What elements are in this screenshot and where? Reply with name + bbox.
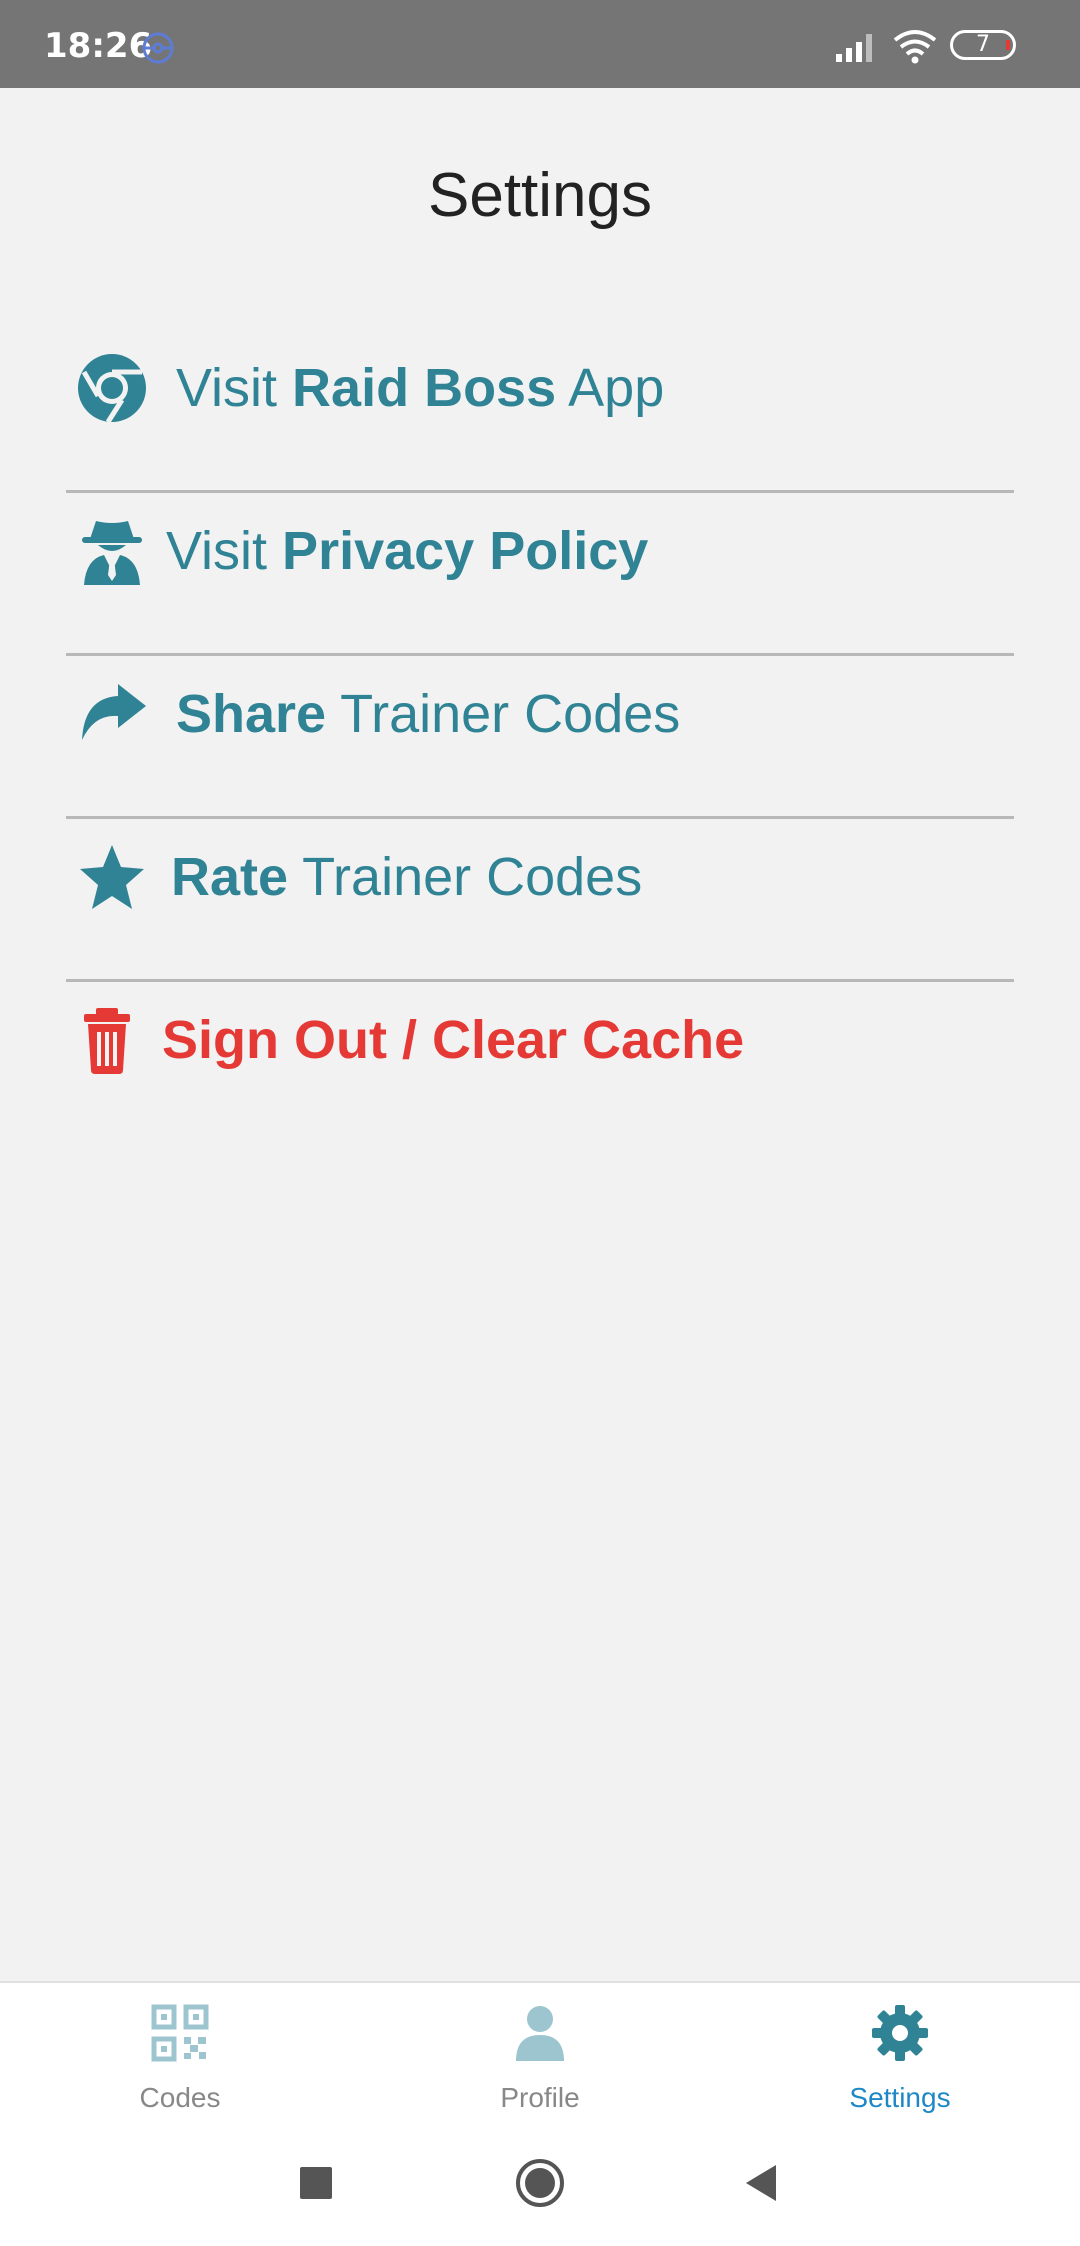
rate-trainer-codes-label: Rate Trainer Codes	[171, 847, 643, 907]
rate-trainer-codes-item[interactable]: Rate Trainer Codes	[66, 819, 1014, 982]
share-icon	[82, 684, 146, 740]
visit-raid-boss-app-item[interactable]: Visit Raid Boss App	[66, 330, 1014, 493]
tab-settings[interactable]: Settings	[720, 1983, 1080, 2119]
tab-codes-label: Codes	[139, 2082, 221, 2113]
visit-privacy-policy-item[interactable]: Visit Privacy Policy	[66, 493, 1014, 656]
share-trainer-codes-label: Share Trainer Codes	[176, 684, 681, 744]
system-nav-bar	[0, 2117, 1080, 2246]
cellular-signal-icon	[836, 34, 872, 62]
recents-square-icon[interactable]	[290, 2157, 342, 2209]
tab-profile-label: Profile	[500, 2082, 580, 2113]
visit-raid-boss-app-label: Visit Raid Boss App	[176, 358, 665, 418]
visit-privacy-policy-label: Visit Privacy Policy	[166, 521, 649, 581]
spy-icon	[82, 521, 142, 585]
share-trainer-codes-item[interactable]: Share Trainer Codes	[66, 656, 1014, 819]
user-icon	[516, 2006, 564, 2061]
star-icon	[80, 845, 144, 909]
page-title: Settings	[427, 161, 653, 230]
bottom-tab-bar: Codes Profile Settings	[0, 1981, 1080, 2119]
battery-icon: 7	[950, 30, 1016, 60]
back-triangle-icon[interactable]	[736, 2157, 788, 2209]
trash-icon	[84, 1008, 130, 1074]
settings-list: Visit Raid Boss App Visit Privacy Policy…	[66, 330, 1014, 1145]
sign-out-clear-cache-label: Sign Out / Clear Cache	[162, 1010, 745, 1070]
status-time: 18:26	[44, 26, 153, 66]
wifi-icon	[893, 30, 937, 64]
tab-settings-label: Settings	[849, 2082, 951, 2113]
chrome-icon	[78, 354, 146, 424]
gear-icon	[872, 2005, 928, 2061]
tab-profile[interactable]: Profile	[360, 1983, 720, 2119]
status-bar: 18:26 7	[0, 0, 1080, 88]
qr-code-icon	[151, 2004, 209, 2062]
pokeball-notification-icon	[142, 32, 174, 64]
battery-level: 7	[976, 32, 990, 57]
home-circle-icon[interactable]	[514, 2157, 566, 2209]
sign-out-clear-cache-item[interactable]: Sign Out / Clear Cache	[66, 982, 1014, 1145]
tab-codes[interactable]: Codes	[0, 1983, 360, 2119]
